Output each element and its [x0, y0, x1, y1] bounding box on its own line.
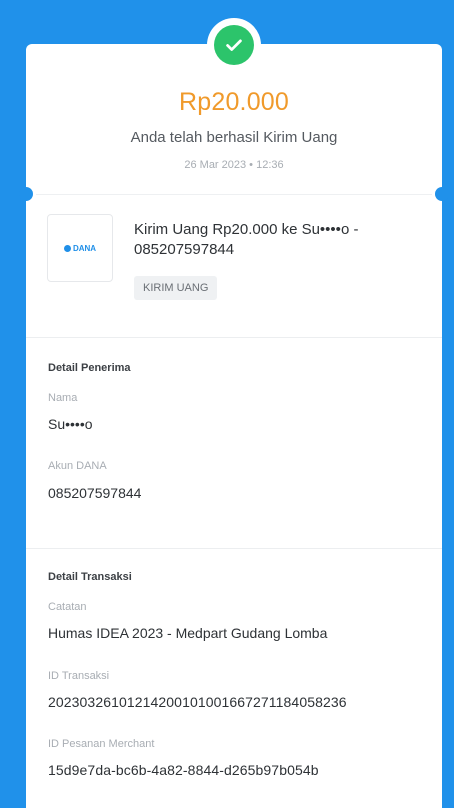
header-divider: [36, 194, 432, 195]
recipient-name-label: Nama: [48, 392, 78, 404]
receipt-notch-right: [435, 187, 449, 201]
note-value: Humas IDEA 2023 - Medpart Gudang Lomba: [48, 625, 328, 641]
recipient-account-value: 085207597844: [48, 485, 142, 501]
recipient-section-title: Detail Penerima: [48, 362, 131, 374]
merchant-order-id-label: ID Pesanan Merchant: [48, 738, 155, 750]
transaction-type-badge: KIRIM UANG: [134, 276, 218, 300]
check-icon: [214, 25, 254, 65]
transaction-datetime: 26 Mar 2023 • 12:36: [184, 159, 284, 171]
dana-logo-icon: DANA: [63, 244, 96, 253]
receipt-card: Rp20.000 Anda telah berhasil Kirim Uang …: [19, 18, 449, 808]
section-divider: [26, 337, 442, 338]
recipient-name-value: Su••••o: [48, 416, 93, 432]
transaction-amount: Rp20.000: [178, 88, 290, 116]
status-text: Anda telah berhasil Kirim Uang: [130, 129, 338, 146]
recipient-account-label: Akun DANA: [48, 460, 107, 472]
merchant-logo-card: DANA: [47, 214, 113, 282]
success-badge: [207, 18, 261, 72]
merchant-order-id-value: 15d9e7da-bc6b-4a82-8844-d265b97b054b: [48, 762, 319, 778]
details-section-title: Detail Transaksi: [48, 571, 132, 583]
note-label: Catatan: [48, 601, 87, 613]
transaction-id-value: 20230326101214200101001667271184058236: [48, 694, 347, 710]
receipt-notch-left: [19, 187, 33, 201]
app-screen: Rp20.000 Anda telah berhasil Kirim Uang …: [0, 0, 454, 808]
transaction-title: Kirim Uang Rp20.000 ke Su••••o - 0852075…: [134, 221, 359, 258]
transaction-id-label: ID Transaksi: [48, 670, 110, 682]
section-divider: [26, 548, 442, 549]
